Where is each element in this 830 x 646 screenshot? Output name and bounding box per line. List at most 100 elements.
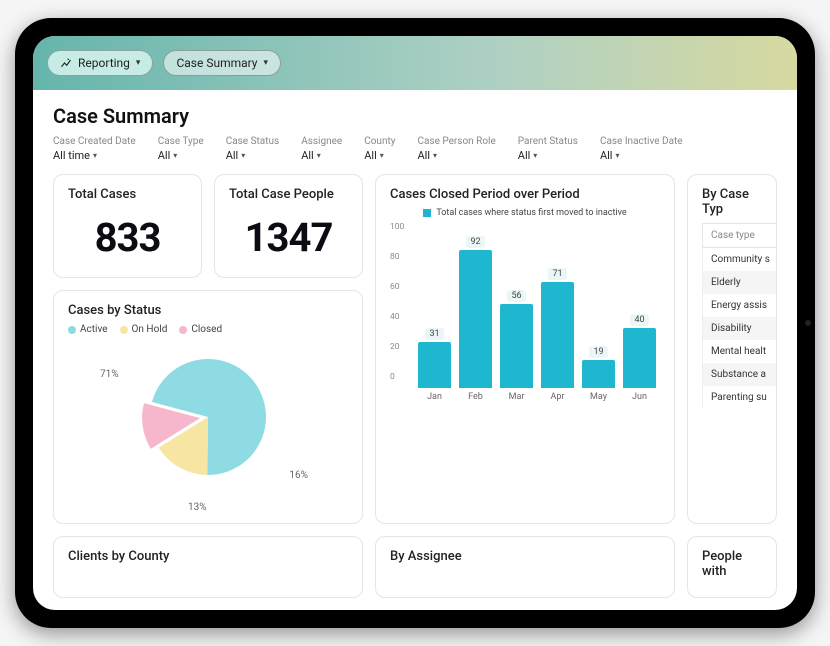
by-assignee-title: By Assignee <box>390 549 660 564</box>
bar-value-label: 31 <box>425 328 443 340</box>
table-row[interactable]: Substance a <box>703 363 778 386</box>
cases-closed-card: Cases Closed Period over Period Total ca… <box>375 174 675 524</box>
case-type-cell: Elderly <box>703 271 778 294</box>
bar-legend-text: Total cases where status first moved to … <box>436 208 626 218</box>
case-type-cell: Disability <box>703 317 778 340</box>
bar-column: 71Apr <box>541 268 574 403</box>
table-row[interactable]: Energy assis <box>703 294 778 317</box>
bar-x-label: Mar <box>509 392 525 402</box>
clients-by-county-title: Clients by County <box>68 549 348 564</box>
legend-swatch <box>68 326 76 334</box>
chevron-down-icon: ▾ <box>136 58 141 68</box>
filter-value[interactable]: All ▾ <box>301 149 342 162</box>
legend-item: Active <box>68 324 108 335</box>
bottom-row: Clients by County By Assignee People wit… <box>53 536 777 598</box>
topbar: Reporting ▾ Case Summary ▾ <box>33 36 797 90</box>
legend-item: On Hold <box>120 324 168 335</box>
bar-column: 56 Mar <box>500 290 533 402</box>
case-type-cell: Energy assis <box>703 294 778 317</box>
filter-value[interactable]: All ▾ <box>158 149 204 162</box>
bar-x-label: Apr <box>551 392 565 402</box>
filter-label: Case Created Date <box>53 136 136 147</box>
kpi-row: Total Cases 833 Total Case People 1347 <box>53 174 363 278</box>
total-people-value: 1347 <box>229 208 348 265</box>
bar-column: 31 Jan <box>418 328 451 403</box>
filter: Case StatusAll ▾ <box>226 136 280 162</box>
bar-value-label: 40 <box>630 314 648 326</box>
pie-label-active: 71% <box>100 369 119 380</box>
bar <box>500 304 533 388</box>
tablet-camera-dot <box>805 320 811 326</box>
filter-label: Parent Status <box>518 136 578 147</box>
filter: Assignee All ▾ <box>301 136 342 162</box>
chevron-down-icon: ▾ <box>93 151 97 160</box>
y-axis: 100806040200 <box>390 222 404 382</box>
bars-container: 31Jan92Feb56Mar71Apr19May40Jun <box>414 242 660 402</box>
screen: Reporting ▾ Case Summary ▾ Case Summary … <box>33 36 797 610</box>
table-row[interactable]: Community s <box>703 248 778 272</box>
page-title: Case Summary <box>53 104 777 128</box>
bar <box>582 360 615 389</box>
cases-by-status-card: Cases by Status ActiveOn HoldClosed 71% … <box>53 290 363 524</box>
table-row[interactable]: Disability <box>703 317 778 340</box>
filter-label: Case Inactive Date <box>600 136 683 147</box>
bar-value-label: 56 <box>507 290 525 302</box>
chevron-down-icon: ▾ <box>241 151 245 160</box>
legend-text: Active <box>80 324 108 335</box>
y-tick: 0 <box>390 372 404 382</box>
case-type-cell: Substance a <box>703 363 778 386</box>
by-case-type-card: By Case Typ Case type Community sElderly… <box>687 174 777 524</box>
table-row[interactable]: Mental healt <box>703 340 778 363</box>
legend-swatch <box>423 209 431 217</box>
case-summary-dropdown[interactable]: Case Summary ▾ <box>163 50 281 76</box>
bar-value-label: 92 <box>466 236 484 248</box>
total-cases-label: Total Cases <box>68 187 187 202</box>
filter-value[interactable]: All time ▾ <box>53 149 136 162</box>
tablet-frame: Reporting ▾ Case Summary ▾ Case Summary … <box>15 18 815 628</box>
bar-column: 40 Jun <box>623 314 656 402</box>
reporting-dropdown[interactable]: Reporting ▾ <box>47 50 153 76</box>
content-area: Case Summary Case Created Date All time ▾… <box>33 90 797 610</box>
chart-icon <box>60 57 72 69</box>
y-tick: 80 <box>390 252 404 262</box>
chevron-down-icon: ▾ <box>615 151 619 160</box>
filter-value[interactable]: All ▾ <box>600 149 683 162</box>
dashboard-grid: Total Cases 833 Total Case People 1347 C… <box>53 174 777 524</box>
bar-x-label: Jun <box>632 392 647 402</box>
filter-value[interactable]: All ▾ <box>226 149 280 162</box>
bar-column: 92Feb <box>459 236 492 402</box>
bar-x-label: May <box>590 392 607 402</box>
cases-closed-title: Cases Closed Period over Period <box>390 187 660 202</box>
filter-label: Case Person Role <box>417 136 495 147</box>
legend-text: Closed <box>191 324 222 335</box>
table-row[interactable]: Elderly <box>703 271 778 294</box>
y-tick: 60 <box>390 282 404 292</box>
chevron-down-icon: ▾ <box>264 58 269 68</box>
total-people-card: Total Case People 1347 <box>214 174 363 278</box>
filter: CountyAll ▾ <box>364 136 395 162</box>
bar <box>418 342 451 389</box>
by-assignee-card: By Assignee <box>375 536 675 598</box>
filter: Case Created Date All time ▾ <box>53 136 136 162</box>
filter: Case TypeAll ▾ <box>158 136 204 162</box>
filter-label: Assignee <box>301 136 342 147</box>
filter: Case Person Role All ▾ <box>417 136 495 162</box>
case-type-cell: Parenting su <box>703 386 778 409</box>
chevron-down-icon: ▾ <box>380 151 384 160</box>
bar-x-label: Jan <box>427 392 442 402</box>
case-type-header: Case type <box>703 224 778 248</box>
chevron-down-icon: ▾ <box>433 151 437 160</box>
chevron-down-icon: ▾ <box>533 151 537 160</box>
pie-label-onhold: 16% <box>289 470 308 481</box>
legend-item: Closed <box>179 324 222 335</box>
filter-value[interactable]: All ▾ <box>417 149 495 162</box>
filter-value[interactable]: All ▾ <box>518 149 578 162</box>
by-case-type-title: By Case Typ <box>702 187 762 217</box>
y-tick: 100 <box>390 222 404 232</box>
bar-legend: Total cases where status first moved to … <box>390 208 660 218</box>
filter-row: Case Created Date All time ▾ Case TypeAll … <box>53 136 777 162</box>
table-row[interactable]: Parenting su <box>703 386 778 409</box>
bar <box>623 328 656 388</box>
filter-value[interactable]: All ▾ <box>364 149 395 162</box>
reporting-label: Reporting <box>78 56 130 70</box>
